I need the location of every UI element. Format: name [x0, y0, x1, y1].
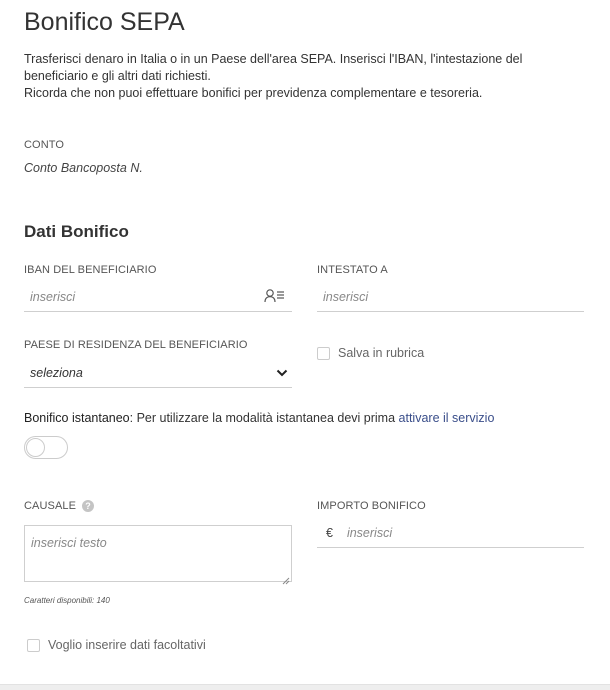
optional-data-checkbox[interactable] — [27, 638, 40, 652]
bonifico-sepa-page: Bonifico SEPA Trasferisci denaro in Ital… — [0, 0, 610, 690]
intro-line: Trasferisci denaro in Italia o in un Pae… — [24, 52, 523, 66]
iban-field — [24, 282, 292, 312]
available-characters: Caratteri disponibili: 140 — [24, 596, 110, 605]
country-label: PAESE DI RESIDENZA DEL BENEFICIARIO — [24, 339, 248, 351]
intro-line: Ricorda che non puoi effettuare bonifici… — [24, 86, 483, 100]
save-contact-label: Salva in rubrica — [338, 346, 425, 360]
iban-label: IBAN DEL BENEFICIARIO — [24, 264, 157, 276]
chevron-down-icon — [276, 364, 288, 382]
account-value: Conto Bancoposta N. — [24, 161, 143, 175]
help-icon[interactable]: ? — [82, 500, 95, 512]
instant-transfer-title: Bonifico istantaneo — [24, 411, 130, 425]
contacts-book-icon[interactable] — [264, 288, 286, 309]
holder-input[interactable] — [317, 282, 584, 311]
amount-label: IMPORTO BONIFICO — [317, 500, 426, 512]
amount-input[interactable] — [342, 518, 584, 547]
page-title: Bonifico SEPA — [24, 8, 185, 36]
reason-label: CAUSALE — [24, 500, 77, 512]
reason-box — [24, 525, 292, 585]
resize-grip-icon[interactable] — [282, 572, 290, 585]
account-label: CONTO — [24, 139, 65, 151]
iban-input[interactable] — [24, 282, 292, 311]
holder-label: INTESTATO A — [317, 264, 388, 276]
intro-text: Trasferisci denaro in Italia o in un Pae… — [24, 51, 584, 102]
instant-transfer-text: Bonifico istantaneo: Per utilizzare la m… — [24, 411, 494, 425]
save-contact-option[interactable]: Salva in rubrica — [317, 346, 424, 360]
optional-data-label: Voglio inserire dati facoltativi — [48, 638, 206, 652]
toggle-knob — [26, 438, 45, 457]
optional-data-option[interactable]: Voglio inserire dati facoltativi — [27, 638, 206, 652]
footer-divider — [0, 684, 610, 690]
reason-label-group: CAUSALE ? — [24, 500, 95, 512]
intro-line: beneficiario e gli altri dati richiesti. — [24, 69, 211, 83]
instant-transfer-toggle[interactable] — [24, 436, 68, 459]
instant-transfer-description: : Per utilizzare la modalità istantanea … — [129, 411, 399, 425]
amount-field: € — [317, 518, 584, 548]
section-title: Dati Bonifico — [24, 222, 129, 241]
euro-icon: € — [326, 525, 333, 540]
holder-field — [317, 282, 584, 312]
country-selected-value: seleziona — [30, 365, 83, 380]
reason-textarea[interactable] — [25, 526, 291, 581]
activate-service-link[interactable]: attivare il servizio — [399, 411, 495, 425]
save-contact-checkbox[interactable] — [317, 346, 330, 360]
country-select[interactable]: seleziona — [24, 358, 292, 388]
